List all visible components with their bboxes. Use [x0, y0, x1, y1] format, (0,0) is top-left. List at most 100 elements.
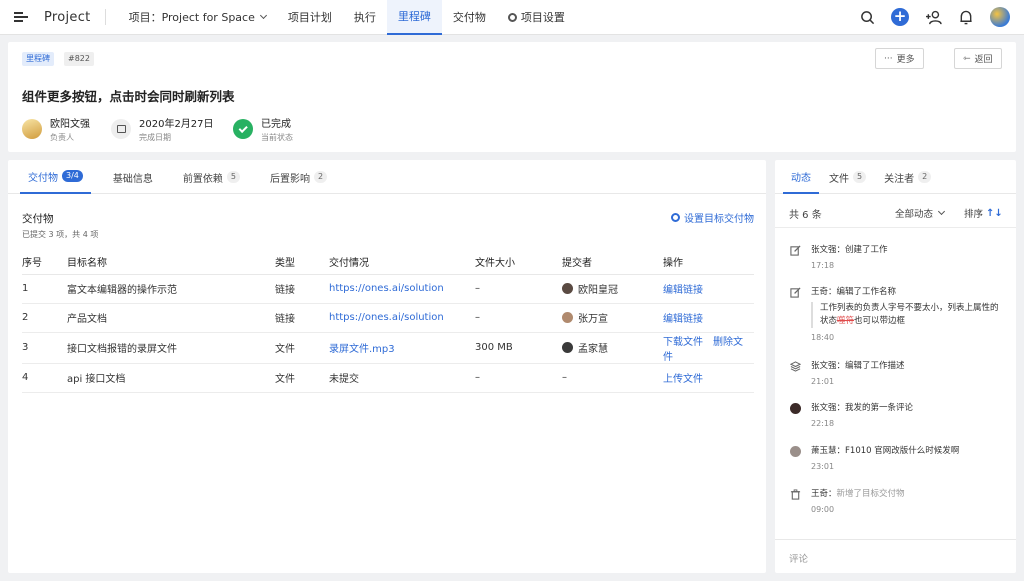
row-type: 文件 [275, 363, 329, 393]
quote-text-end: 也可以带边框 [854, 316, 906, 326]
comment-input[interactable]: 评论 [775, 539, 1016, 573]
activity-item: 王奇：新增了目标交付物 09:00 [789, 488, 905, 514]
activity-time: 17:18 [811, 261, 835, 270]
tab-label: 动态 [791, 172, 811, 184]
more-button-label: 更多 [896, 55, 915, 65]
project-switcher[interactable]: 项目：Project for Space [118, 0, 277, 35]
tab-deliverables[interactable]: 交付物 3/4 [20, 160, 91, 194]
status-field[interactable]: 已完成 当前状态 [233, 115, 293, 143]
tab-basic-info[interactable]: 基础信息 [105, 160, 161, 194]
tab-count: 2 [313, 171, 328, 183]
activity-actor: 王奇 [811, 287, 829, 297]
col-type: 类型 [275, 250, 329, 275]
project-label: 项目：Project for Space [128, 11, 255, 24]
submitter-avatar [562, 283, 573, 294]
table-row: 2 产品文档 链接 https://ones.ai/solution – 张万宣… [22, 303, 754, 333]
tab-activity[interactable]: 动态 [783, 160, 819, 194]
table-row: 1 富文本编辑器的操作示范 链接 https://ones.ai/solutio… [22, 274, 754, 304]
nav-item-milestone[interactable]: 里程碑 [386, 0, 442, 35]
activity-time: 22:18 [811, 419, 835, 428]
bell-icon[interactable] [957, 8, 975, 26]
nav-item-settings[interactable]: 项目设置 [497, 0, 576, 35]
delivery-link[interactable]: https://ones.ai/solution [329, 312, 444, 323]
nav-item-execute[interactable]: 执行 [343, 0, 387, 35]
due-date-label: 完成日期 [139, 133, 171, 142]
back-button-label: 返回 [974, 55, 993, 65]
edit-link-button[interactable]: 编辑链接 [663, 285, 703, 296]
search-icon[interactable] [858, 8, 876, 26]
delivery-file-link[interactable]: 录屏文件.mp3 [329, 344, 395, 355]
commenter-avatar [789, 445, 801, 457]
due-date-field[interactable]: 2020年2月27日 完成日期 [111, 115, 214, 143]
tab-followers[interactable]: 关注者 2 [876, 160, 939, 194]
filter-label: 全部动态 [895, 209, 934, 220]
sort-icon: ↑↓ [986, 207, 1003, 219]
activity-text: 编辑了工作描述 [845, 361, 905, 371]
upload-file-button[interactable]: 上传文件 [663, 374, 703, 385]
more-button[interactable]: ··· 更多 [875, 48, 924, 69]
row-name: 富文本编辑器的操作示范 [67, 274, 275, 304]
row-no: 4 [22, 363, 67, 393]
delivery-link[interactable]: https://ones.ai/solution [329, 283, 444, 294]
page-title: 组件更多按钮，点击时会同时刷新列表 [22, 89, 235, 104]
activity-text: 编辑了工作名称 [836, 287, 897, 297]
owner-label: 负责人 [50, 133, 74, 142]
activity-actor: 萧玉慧 [811, 446, 837, 456]
status-label: 当前状态 [261, 133, 293, 142]
tab-label: 前置依赖 [182, 173, 223, 185]
activity-filter-dropdown[interactable]: 全部动态 [895, 206, 946, 220]
nav-item-deliverables[interactable]: 交付物 [442, 0, 497, 35]
activity-text: F1010 官网改版什么时候发啊 [845, 446, 960, 456]
tab-dependencies[interactable]: 前置依赖 5 [175, 160, 248, 194]
activity-item: 张文强：我发的第一条评论 22:18 [789, 402, 913, 428]
row-no: 1 [22, 274, 67, 304]
row-name: api 接口文档 [67, 363, 275, 393]
submitter-name: 张万宣 [578, 314, 608, 325]
tab-count: 3/4 [62, 170, 83, 182]
set-target-button[interactable]: 设置目标交付物 [671, 210, 754, 225]
tab-files[interactable]: 文件 5 [821, 160, 874, 194]
edit-link-button[interactable]: 编辑链接 [663, 314, 703, 325]
nav-item-plan[interactable]: 项目计划 [277, 0, 343, 35]
row-type: 链接 [275, 303, 329, 333]
sort-button[interactable]: 排序 ↑↓ [964, 206, 1003, 221]
milestone-header: 里程碑 #822 ··· 更多 ⇽ 返回 组件更多按钮，点击时会同时刷新列表 欧… [8, 42, 1016, 152]
nav-item-settings-label: 项目设置 [520, 11, 565, 24]
activity-item: 张文强：编辑了工作描述 21:01 [789, 360, 905, 386]
add-icon[interactable]: + [891, 8, 909, 26]
gear-icon [671, 213, 680, 222]
tab-impacts[interactable]: 后置影响 2 [262, 160, 335, 194]
due-date-value: 2020年2月27日 [139, 119, 214, 130]
activity-text: 我发的第一条评论 [845, 403, 914, 413]
user-avatar[interactable] [990, 7, 1010, 27]
activity-text: 创建了工作 [845, 245, 888, 255]
back-button[interactable]: ⇽ 返回 [954, 48, 1002, 69]
owner-field[interactable]: 欧阳文强 负责人 [22, 115, 90, 143]
row-no: 2 [22, 303, 67, 333]
trash-icon [789, 488, 801, 500]
activity-actor: 张文强 [811, 403, 837, 413]
table-header: 序号 目标名称 类型 交付情况 文件大小 提交者 操作 [22, 250, 754, 275]
side-tabs: 动态 文件 5 关注者 2 [775, 160, 1016, 194]
gear-icon [507, 12, 517, 22]
main-tabs: 交付物 3/4 基础信息 前置依赖 5 后置影响 2 [8, 160, 766, 194]
activity-item: 王奇：编辑了工作名称 工作列表的负责人字号不要太小，列表上属性的状态噬符也可以带… [789, 286, 1001, 342]
add-user-icon[interactable] [924, 8, 942, 26]
activity-quote: 工作列表的负责人字号不要太小，列表上属性的状态噬符也可以带边框 [811, 302, 1001, 328]
delivery-status: 未提交 [329, 363, 475, 393]
menu-icon[interactable] [14, 12, 28, 22]
row-type: 文件 [275, 332, 329, 364]
activity-actor: 张文强 [811, 245, 837, 255]
deliverables-panel: 交付物 3/4 基础信息 前置依赖 5 后置影响 2 交付物 已提交 3 项，共… [8, 160, 766, 573]
activity-time: 21:01 [811, 377, 835, 386]
activity-text: 新增了目标交付物 [836, 489, 905, 499]
quote-deleted-text: 噬符 [837, 316, 855, 326]
activity-time: 23:01 [811, 462, 835, 471]
status-value: 已完成 [261, 119, 291, 130]
commenter-avatar [789, 402, 801, 414]
brand-name: Project [44, 9, 91, 25]
download-file-button[interactable]: 下载文件 [663, 337, 703, 348]
back-arrow-icon: ⇽ [963, 53, 971, 64]
tab-count: 5 [853, 171, 867, 183]
owner-avatar [22, 119, 42, 139]
